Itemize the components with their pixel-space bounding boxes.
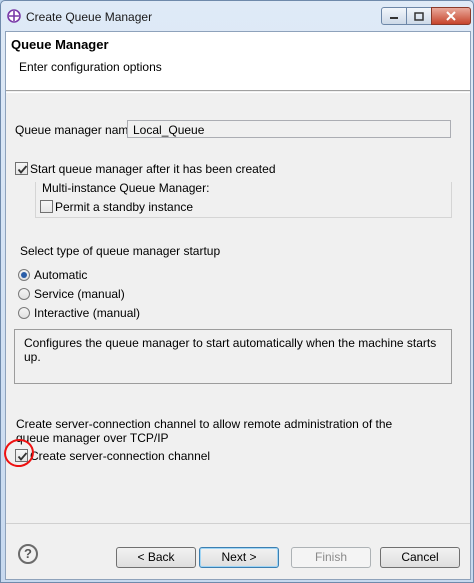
- queue-manager-icon: [7, 9, 21, 23]
- queue-manager-name-field[interactable]: Local_Queue: [127, 120, 451, 138]
- footer-divider: [6, 523, 470, 524]
- channel-description-line2: queue manager over TCP/IP: [16, 431, 169, 445]
- radio-interactive-manual-label: Interactive (manual): [34, 306, 141, 320]
- start-after-created-label: Start queue manager after it has been cr…: [30, 162, 276, 176]
- page-subtitle: Enter configuration options: [19, 60, 162, 74]
- dialog-window: Create Queue Manager Queue Manager Enter…: [0, 0, 474, 583]
- radio-automatic-label: Automatic: [34, 268, 88, 282]
- permit-standby-checkbox[interactable]: [40, 200, 53, 213]
- radio-interactive-manual[interactable]: [18, 307, 30, 319]
- channel-description-line1: Create server-connection channel to allo…: [16, 417, 393, 431]
- next-button[interactable]: Next >: [199, 547, 279, 568]
- cancel-button[interactable]: Cancel: [380, 547, 460, 568]
- startup-type-label: Select type of queue manager startup: [20, 244, 221, 258]
- minimize-button[interactable]: [381, 7, 407, 25]
- server-connection-label: Create server-connection channel: [30, 449, 211, 463]
- close-icon: [446, 11, 456, 21]
- permit-standby-label: Permit a standby instance: [55, 200, 194, 214]
- window-title: Create Queue Manager: [26, 10, 153, 24]
- dialog-content: Queue Manager Enter configuration option…: [1, 31, 471, 580]
- radio-automatic[interactable]: [18, 269, 30, 281]
- start-after-created-checkbox[interactable]: [15, 162, 28, 175]
- queue-manager-name-label: Queue manager name:: [15, 123, 139, 137]
- maximize-icon: [414, 11, 424, 21]
- finish-button[interactable]: Finish: [291, 547, 371, 568]
- title-bar[interactable]: Create Queue Manager: [1, 1, 473, 31]
- help-icon[interactable]: ?: [18, 544, 38, 564]
- wizard-header: Queue Manager Enter configuration option…: [6, 32, 470, 91]
- radio-service-manual[interactable]: [18, 288, 30, 300]
- minimize-icon: [390, 17, 398, 19]
- startup-description: Configures the queue manager to start au…: [14, 329, 452, 384]
- multi-instance-group-label: Multi-instance Queue Manager:: [40, 181, 212, 195]
- header-divider: [6, 92, 470, 93]
- back-button[interactable]: < Back: [116, 547, 196, 568]
- checkmark-icon: [17, 165, 28, 174]
- radio-service-manual-label: Service (manual): [34, 287, 125, 301]
- maximize-button[interactable]: [406, 7, 432, 25]
- close-button[interactable]: [431, 7, 471, 25]
- page-title: Queue Manager: [11, 37, 109, 52]
